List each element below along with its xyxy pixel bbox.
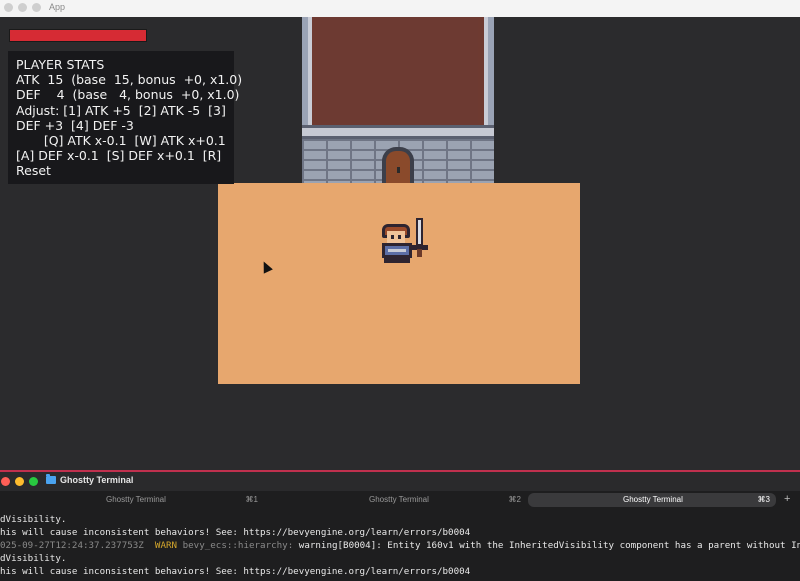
stats-adjust-line: Adjust: [1] ATK +5 [2] ATK -5 [3] — [16, 102, 226, 118]
log-message: warning[B0004]: Entity 160v1 with the In… — [298, 540, 800, 551]
castle-tower — [302, 17, 494, 183]
sand-floor — [218, 183, 580, 384]
tower-roof — [302, 17, 494, 129]
tab-shortcut: ⌘2 — [508, 495, 521, 504]
tab-label: Ghostty Terminal — [623, 495, 683, 504]
log-level: WARN — [154, 540, 178, 551]
player-sprite — [380, 218, 430, 264]
health-bar — [9, 29, 147, 42]
app-titlebar: App — [0, 0, 800, 18]
terminal-line: his will cause inconsistent behaviors! S… — [0, 566, 471, 577]
log-timestamp: 025-09-27T12:24:37.237753Z — [0, 540, 144, 551]
stats-adjust-line: [A] DEF x-0.1 [S] DEF x+0.1 [R] — [16, 148, 222, 164]
terminal-window-controls — [1, 477, 38, 486]
tab-shortcut: ⌘3 — [757, 495, 770, 504]
tab-terminal-2[interactable]: Ghostty Terminal ⌘2 — [265, 493, 527, 507]
folder-icon — [46, 474, 56, 484]
stats-def: DEF 4 (base 4, bonus +0, x1.0) — [16, 87, 240, 103]
stats-adjust-line: [Q] ATK x-0.1 [W] ATK x+0.1 — [16, 133, 226, 149]
tab-label: Ghostty Terminal — [369, 495, 429, 504]
tab-label: Ghostty Terminal — [106, 495, 166, 504]
terminal-tabbar: Ghostty Terminal ⌘1 Ghostty Terminal ⌘2 … — [0, 491, 800, 509]
log-module: bevy_ecs::hierarchy: — [182, 540, 294, 551]
zoom-window-button[interactable] — [29, 477, 38, 486]
sword-icon — [416, 218, 423, 246]
tab-terminal-1[interactable]: Ghostty Terminal ⌘1 — [2, 493, 264, 507]
window-controls — [4, 3, 41, 12]
terminal-line: 025-09-27T12:24:37.237753Z WARN bevy_ecs… — [0, 539, 800, 552]
tower-battlement — [302, 125, 494, 139]
terminal-line: dVisibility. — [0, 553, 67, 564]
tower-door — [382, 147, 414, 183]
terminal-titlebar: Ghostty Terminal — [0, 472, 800, 491]
terminal-title: Ghostty Terminal — [46, 474, 133, 485]
player-stats-panel: PLAYER STATS ATK 15 (base 15, bonus +0, x… — [8, 51, 243, 184]
tab-shortcut: ⌘1 — [245, 495, 258, 504]
terminal-window: Ghostty Terminal Ghostty Terminal ⌘1 Gho… — [0, 470, 800, 581]
new-tab-button[interactable]: + — [784, 493, 790, 505]
minimize-window-button[interactable] — [18, 3, 27, 12]
close-window-button[interactable] — [4, 3, 13, 12]
app-title: App — [49, 2, 66, 12]
minimize-window-button[interactable] — [15, 477, 24, 486]
terminal-line: his will cause inconsistent behaviors! S… — [0, 527, 471, 538]
zoom-window-button[interactable] — [32, 3, 41, 12]
stats-atk: ATK 15 (base 15, bonus +0, x1.0) — [16, 72, 243, 88]
game-viewport[interactable]: PLAYER STATS ATK 15 (base 15, bonus +0, x… — [0, 17, 800, 470]
tab-terminal-3[interactable]: Ghostty Terminal ⌘3 — [528, 493, 776, 507]
terminal-line: dVisibility. — [0, 514, 67, 525]
stats-adjust-line: DEF +3 [4] DEF -3 — [16, 117, 134, 133]
door-handle-icon — [397, 167, 400, 173]
stats-title: PLAYER STATS — [16, 57, 105, 72]
stats-adjust-line: Reset — [16, 163, 51, 179]
terminal-output[interactable]: dVisibility. his will cause inconsistent … — [0, 513, 800, 578]
close-window-button[interactable] — [1, 477, 10, 486]
